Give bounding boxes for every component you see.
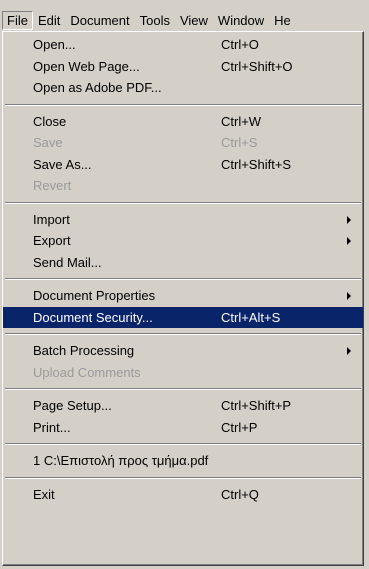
menu-item-label: Export — [33, 233, 71, 248]
menu-item-label: Exit — [33, 486, 55, 502]
menu-item-label: Document Properties — [33, 288, 156, 303]
menu-item-label: Open Web Page... — [33, 58, 140, 74]
menu-item-label: Open as Adobe PDF... — [33, 80, 162, 95]
menu-item-batch-processing[interactable]: Batch Processing — [3, 340, 363, 362]
menu-item-1-c-pdf[interactable]: 1 C:\Επιστολή προς τμήμα.pdf — [3, 450, 363, 472]
menu-item-page-setup[interactable]: Page Setup... Ctrl+Shift+P — [3, 395, 363, 417]
menu-separator — [5, 201, 361, 204]
title-bar-remnant — [0, 0, 369, 10]
menu-item-open-web-page[interactable]: Open Web Page... Ctrl+Shift+O — [3, 56, 363, 78]
menu-item-label: Close — [33, 113, 67, 129]
menu-item-shortcut: Ctrl+Shift+P — [221, 398, 292, 413]
menu-item-open[interactable]: Open... Ctrl+O — [3, 34, 363, 56]
menu-item-close[interactable]: Close Ctrl+W — [3, 111, 363, 133]
submenu-arrow-icon — [347, 215, 351, 224]
menu-item-shortcut: Ctrl+W — [221, 113, 262, 129]
menu-item-shortcut: Ctrl+Shift+S — [221, 156, 292, 172]
menubar-item-edit[interactable]: Edit — [33, 11, 65, 30]
menu-item-shortcut: Ctrl+S — [221, 135, 258, 150]
menu-item-shortcut: Ctrl+Shift+O — [221, 58, 293, 74]
menu-item-print[interactable]: Print... Ctrl+P — [3, 417, 363, 439]
menu-item-shortcut: Ctrl+O — [221, 37, 259, 52]
menu-item-open-as-adobe-pdf[interactable]: Open as Adobe PDF... — [3, 77, 363, 99]
menubar-item-he[interactable]: He — [269, 11, 296, 30]
menubar-item-window[interactable]: Window — [213, 11, 269, 30]
menu-item-import[interactable]: Import — [3, 209, 363, 231]
menu-item-send-mail[interactable]: Send Mail... — [3, 252, 363, 274]
menu-item-shortcut: Ctrl+P — [221, 419, 258, 435]
menu-separator — [5, 333, 361, 335]
menu-item-save-as[interactable]: Save As... Ctrl+Shift+S — [3, 154, 363, 176]
submenu-arrow-icon — [347, 347, 351, 355]
menu-item-label: 1 C:\Επιστολή προς τμήμα.pdf — [33, 453, 209, 468]
menu-item-export[interactable]: Export — [3, 230, 363, 252]
menu-item-label: Import — [33, 211, 70, 227]
menu-bar: File Edit Document Tools View Window He — [0, 10, 369, 31]
menu-item-exit[interactable]: Exit Ctrl+Q — [3, 484, 363, 506]
menu-item-upload-comments: Upload Comments — [3, 362, 363, 384]
menu-item-label: Print... — [33, 419, 71, 435]
menu-item-revert: Revert — [3, 175, 363, 197]
menubar-item-file[interactable]: File — [2, 11, 33, 30]
file-menu-dropdown: Open... Ctrl+O Open Web Page... Ctrl+Shift+… — [2, 31, 364, 566]
menu-item-label: Upload Comments — [33, 364, 141, 380]
menu-item-label: Batch Processing — [33, 343, 135, 358]
menu-item-document-properties[interactable]: Document Properties — [3, 285, 363, 307]
menu-item-label: Document Security... — [33, 309, 153, 325]
menu-item-save: Save Ctrl+S — [3, 132, 363, 154]
menu-item-document-security[interactable]: Document Security... Ctrl+Alt+S — [3, 306, 363, 328]
menubar-item-view[interactable]: View — [175, 11, 213, 30]
menu-separator — [5, 388, 361, 390]
submenu-arrow-icon — [347, 237, 351, 245]
menu-item-label: Save As... — [33, 156, 92, 172]
menu-item-label: Save — [33, 135, 63, 150]
menu-item-label: Send Mail... — [33, 254, 102, 270]
submenu-arrow-icon — [347, 292, 351, 300]
menu-item-shortcut: Ctrl+Alt+S — [221, 309, 281, 325]
menu-separator — [5, 443, 361, 445]
menu-separator — [5, 103, 361, 106]
menubar-item-tools[interactable]: Tools — [135, 11, 175, 30]
menu-separator — [5, 278, 361, 280]
menu-separator — [5, 476, 361, 479]
menu-item-label: Open... — [33, 37, 76, 52]
menu-item-label: Revert — [33, 178, 72, 193]
menu-item-shortcut: Ctrl+Q — [221, 486, 259, 502]
menu-item-label: Page Setup... — [33, 398, 112, 413]
menubar-item-document[interactable]: Document — [65, 11, 134, 30]
